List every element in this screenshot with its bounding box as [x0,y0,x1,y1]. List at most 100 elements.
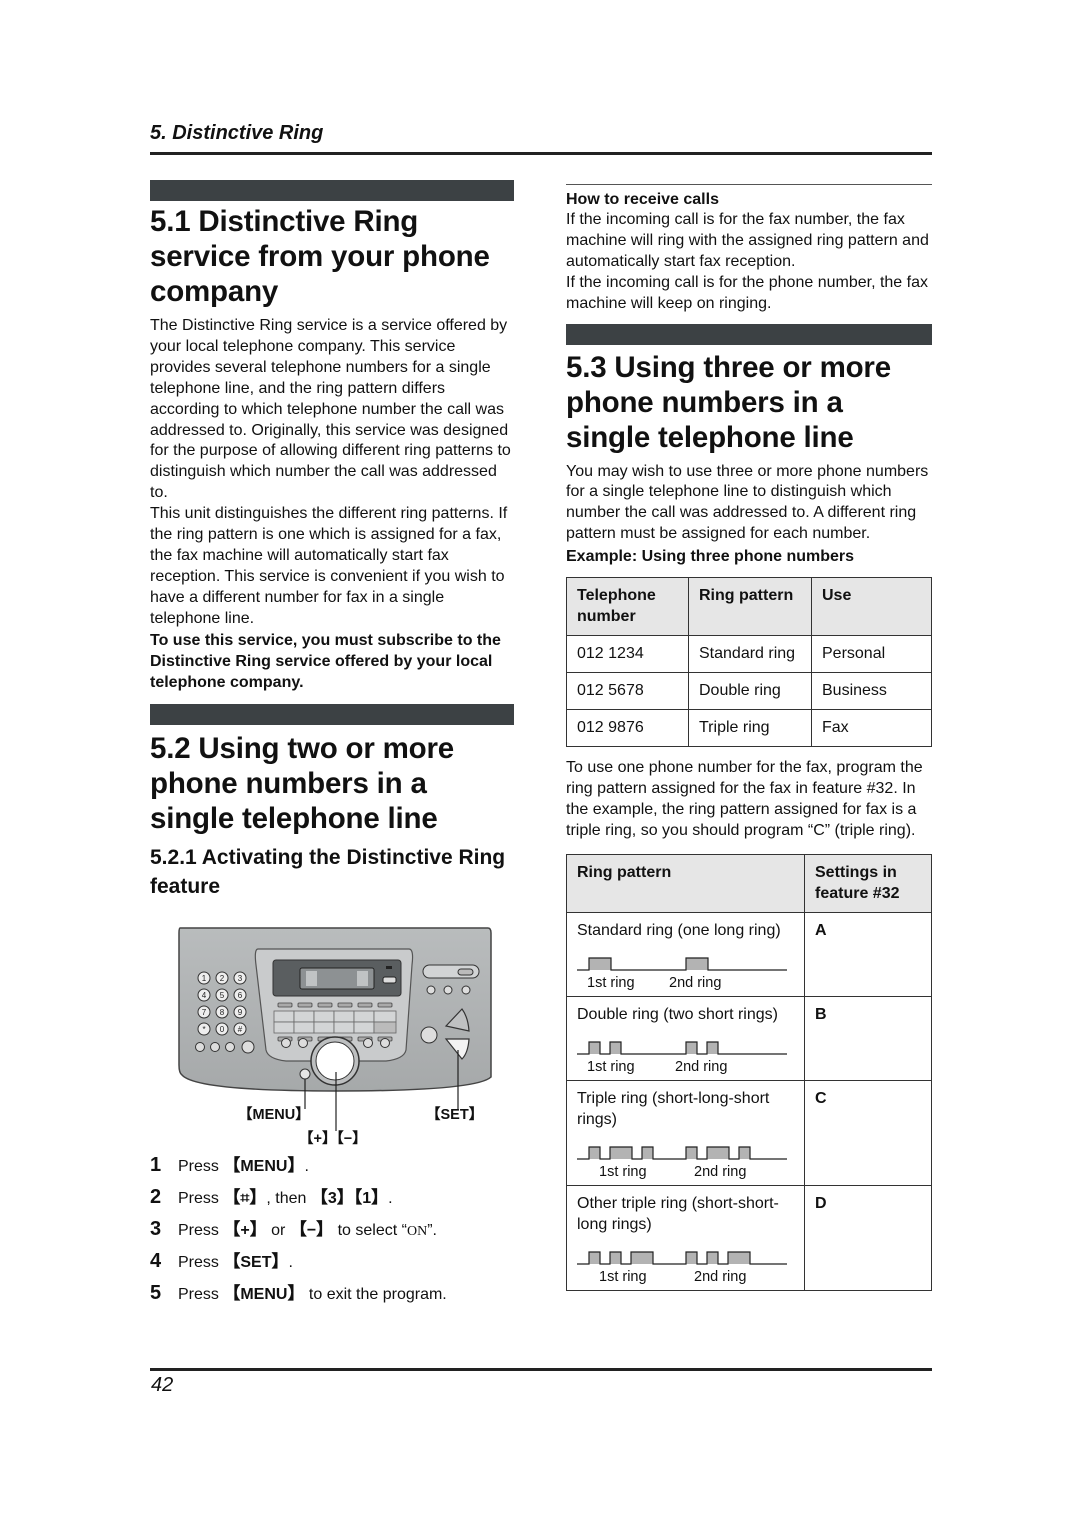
set-key-label: 【SET】 [426,1106,484,1123]
column-header: Settings in feature #32 [804,853,932,913]
ring-pulse-short [686,1146,697,1159]
ring-labels: 1st ring 2nd ring [577,1057,794,1078]
table-cell: 012 9876 [566,709,689,748]
ring-pulse-short [589,1041,600,1054]
svg-text:0: 0 [220,1025,225,1034]
steps-list: 1 Press 【MENU】. 2 Press 【⌗】, then 【3】【1】… [150,1151,514,1311]
svg-text:4: 4 [202,991,207,1000]
second-ring-label: 2nd ring [694,1268,747,1285]
jog-dial [315,1041,355,1081]
ring-labels: 1st ring 2nd ring [577,1267,794,1288]
ring-labels: 1st ring 2nd ring [577,973,794,994]
step-number: 1 [150,1153,162,1176]
example-heading: Example: Using three phone numbers [566,548,855,566]
ring-pattern-diagram [577,957,787,971]
ring-pattern-cell: Other triple ring (short-short-long ring… [566,1184,805,1291]
column-header: Telephone number [566,577,689,637]
table-cell: 012 1234 [566,635,689,674]
how-to-receive-para-1: If the incoming call is for the fax numb… [566,211,929,270]
ring-pulse-long [707,1146,729,1159]
first-ring-label: 1st ring [587,1058,635,1075]
page-number: 42 [151,1374,174,1396]
table-cell: Double ring [688,672,812,711]
section-5-2-title: 5.2 Using two or more phone numbers in a… [150,731,454,835]
running-header-title: 5. Distinctive Ring [150,122,324,144]
second-ring-label: 2nd ring [675,1058,728,1075]
footer-rule [150,1368,932,1371]
ring-pulse-short [610,1251,621,1264]
step-number: 2 [150,1185,162,1208]
ring-pattern-label: Standard ring (one long ring) [577,921,781,939]
header-rule [150,152,932,155]
step-5: 5 Press 【MENU】 to exit the program. [150,1279,514,1311]
section-5-3-title: 5.3 Using three or more phone numbers in… [566,350,891,454]
ring-pulse-long [610,1146,632,1159]
section-5-3-para-1: You may wish to use three or more phone … [566,462,929,543]
step-number: 3 [150,1217,162,1240]
ring-pulse-short [589,1251,600,1264]
step-text: Press 【MENU】 to exit the program. [178,1283,447,1303]
menu-button-shape [299,1068,311,1080]
ring-pattern-label: Double ring (two short rings) [577,1005,778,1023]
svg-text:7: 7 [202,1008,207,1017]
table-cell: Personal [811,635,932,674]
svg-text:*: * [202,1025,205,1034]
svg-text:#: # [238,1025,243,1034]
ring-pulse-short [707,1041,718,1054]
svg-text:3: 3 [238,974,243,983]
menu-key-label: 【MENU】 [238,1106,310,1123]
table-row: Double ring (two short rings) 1st ring 2nd… [566,995,932,1081]
table-cell: Standard ring [688,635,812,674]
svg-text:9: 9 [238,1008,243,1017]
ring-waveform [577,1041,787,1055]
first-ring-label: 1st ring [599,1268,647,1285]
step-number: 5 [150,1281,162,1304]
step-text: Press 【⌗】, then 【3】【1】. [178,1187,393,1207]
column-header: Ring pattern [688,577,812,637]
ring-pulse-short [707,1251,718,1264]
ring-labels: 1st ring 2nd ring [577,1162,794,1183]
table-header-row: Telephone number Ring pattern Use [566,577,932,637]
step-3: 3 Press 【+】 or 【−】 to select “ON”. [150,1215,514,1247]
how-to-receive-rule [566,184,932,185]
table-cell: Triple ring [688,709,812,748]
section-5-1-para-1: The Distinctive Ring service is a servic… [150,317,511,502]
subscription-note: To use this service, you must subscribe … [150,631,501,691]
step-1: 1 Press 【MENU】. [150,1151,514,1183]
section-bar [566,323,932,345]
ring-pulse-long [728,1251,750,1264]
ring-pattern-diagram [577,1251,787,1265]
subsection-5-2-1-title: 5.2.1 Activating the Distinctive Ring fe… [150,845,506,898]
ring-pattern-cell: Double ring (two short rings) 1st ring 2nd… [566,995,805,1081]
step-text: Press 【MENU】. [178,1155,309,1175]
ring-pulse-long [589,957,611,970]
svg-text:6: 6 [238,991,243,1000]
how-to-receive-heading: How to receive calls [566,191,719,208]
ring-pulse-long [686,957,708,970]
ring-pattern-label: Triple ring (short-long-short rings) [577,1089,770,1128]
first-ring-label: 1st ring [587,974,635,991]
feature-setting-value: B [804,995,932,1081]
ring-pattern-cell: Standard ring (one long ring) 1st ring 2nd… [566,911,805,997]
step-number: 4 [150,1249,162,1272]
section-5-3-para-2: To use one phone number for the fax, pro… [566,759,923,839]
column-header: Use [811,577,932,637]
right-column: How to receive calls If the incoming cal… [566,184,932,1291]
column-header: Ring pattern [566,853,805,913]
ring-pattern-diagram [577,1041,787,1055]
step-text: Press 【+】 or 【−】 to select “ON”. [178,1219,437,1239]
section-bar [150,180,514,201]
ring-waveform [577,1146,787,1160]
ring-pattern-cell: Triple ring (short-long-short rings) 1st … [566,1079,805,1186]
svg-text:1: 1 [202,974,207,983]
ring-waveform [577,1251,787,1265]
step-text: Press 【SET】. [178,1251,293,1271]
feature-setting-value: C [804,1079,932,1186]
example-phone-table: Telephone number Ring pattern Use 012 12… [566,577,932,748]
fax-panel-illustration: 123 456 789 * 0 # 【MENU】 【SET】 【+】【−】 [176,925,496,1147]
step-2: 2 Press 【⌗】, then 【3】【1】. [150,1183,514,1215]
table-row: Standard ring (one long ring) 1st ring 2nd… [566,911,932,997]
table-cell: Business [811,672,932,711]
plus-minus-key-label: 【+】【−】 [299,1130,367,1147]
section-5-1-title: 5.1 Distinctive Ring service from your p… [150,205,490,308]
